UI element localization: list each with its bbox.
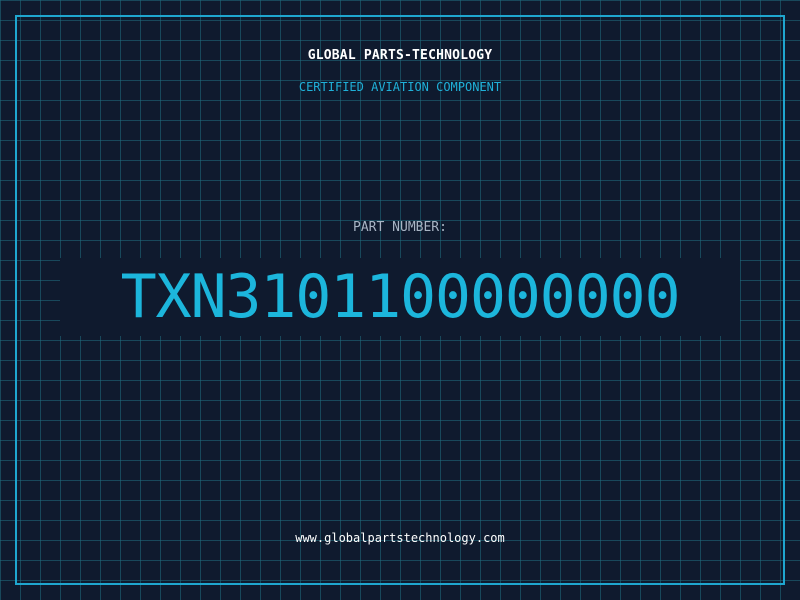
website-url: www.globalpartstechnology.com [295, 531, 505, 545]
company-name: GLOBAL PARTS-TECHNOLOGY [307, 48, 493, 63]
part-number-value: TXN3101100000000 [120, 262, 681, 332]
certification-tagline: CERTIFIED AVIATION COMPONENT [298, 80, 502, 94]
part-number-card: GLOBAL PARTS-TECHNOLOGY CERTIFIED AVIATI… [0, 0, 800, 600]
part-number-label: PART NUMBER: [353, 220, 447, 235]
